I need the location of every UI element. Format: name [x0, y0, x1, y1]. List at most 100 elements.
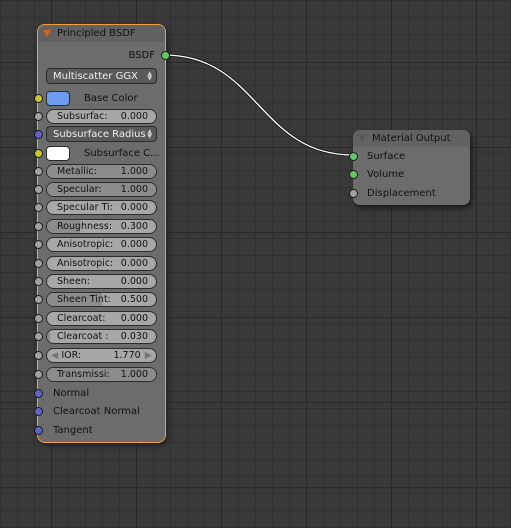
slider-value: 0.000 — [120, 312, 148, 324]
slider-value: 0.000 — [120, 202, 148, 214]
increment-arrow-icon[interactable]: ▶ — [145, 350, 152, 361]
slider-row: Sheen: 0.000 — [33, 272, 165, 290]
input-socket-subsurface[interactable] — [33, 111, 43, 121]
volume-label: Volume — [367, 168, 405, 180]
slider-row: Anisotropic: 0.000 — [33, 236, 165, 254]
subsurface-radius-value: Subsurface Radius — [53, 128, 146, 140]
input-socket[interactable] — [33, 258, 43, 268]
input-socket-subsurface-color[interactable] — [33, 148, 43, 158]
input-socket-base-color[interactable] — [33, 93, 43, 103]
slider-value: 1.000 — [120, 183, 148, 195]
displacement-label: Displacement — [367, 187, 436, 199]
value-slider[interactable]: Anisotropic: 0.000 — [46, 255, 157, 271]
slider-label: Anisotropic: — [57, 239, 114, 251]
slider-value: 0.030 — [120, 331, 148, 343]
slider-label: Specular: — [57, 183, 102, 195]
slider-value: 0.000 — [120, 257, 148, 269]
value-slider[interactable]: Specular Ti: 0.000 — [46, 200, 157, 216]
output-socket-bsdf[interactable] — [160, 50, 170, 60]
value-slider[interactable]: Sheen Tint: 0.500 — [46, 292, 157, 308]
displacement-row: Displacement — [348, 184, 470, 202]
slider-row: Specular: 1.000 — [33, 180, 165, 198]
input-socket[interactable] — [33, 240, 43, 250]
slider-value: 0.000 — [120, 239, 148, 251]
slider-label: Metallic: — [57, 165, 97, 177]
node-header[interactable]: Principled BSDF — [38, 25, 165, 42]
link-bsdf-to-surface[interactable] — [163, 54, 354, 156]
transmission-slider[interactable]: Transmissi: 1.000 — [46, 366, 157, 382]
input-socket[interactable] — [33, 184, 43, 194]
tangent-row: Tangent — [33, 421, 165, 439]
surface-row: Surface — [348, 147, 470, 165]
collapse-triangle-icon[interactable] — [43, 30, 51, 37]
slider-value: 1.000 — [120, 165, 148, 177]
tangent-label: Tangent — [53, 424, 93, 436]
value-slider[interactable]: Specular: 1.000 — [46, 181, 157, 197]
input-socket-volume[interactable] — [348, 169, 358, 179]
input-socket-tangent[interactable] — [33, 425, 43, 435]
ior-value: 1.770 — [113, 349, 141, 361]
input-socket-normal[interactable] — [33, 388, 43, 398]
material-output-node[interactable]: Material Output Surface Volume Displacem… — [348, 130, 470, 205]
input-socket-surface[interactable] — [348, 151, 358, 161]
slider-label: Specular Ti: — [57, 202, 113, 214]
ior-number-field[interactable]: ◀ IOR: 1.770 ▶ — [46, 347, 157, 363]
subsurface-radius-row: Subsurface Radius ▲ ▼ — [33, 125, 165, 143]
node-header[interactable]: Material Output — [353, 130, 470, 147]
slider-row: Clearcoat : 0.030 — [33, 328, 165, 346]
decrement-arrow-icon[interactable]: ◀ — [51, 350, 58, 361]
subsurface-slider[interactable]: Subsurfac: 0.000 — [46, 108, 157, 124]
input-socket-displacement[interactable] — [348, 188, 358, 198]
slider-label: Clearcoat : — [57, 331, 109, 343]
slider-value: 0.000 — [120, 110, 148, 122]
slider-label: Anisotropic: — [57, 257, 114, 269]
value-slider[interactable]: Sheen: 0.000 — [46, 273, 157, 289]
subsurface-color-swatch[interactable] — [46, 145, 70, 161]
input-socket-subsurface-radius[interactable] — [33, 129, 43, 139]
input-socket[interactable] — [33, 166, 43, 176]
node-title: Material Output — [372, 133, 451, 144]
value-slider[interactable]: Roughness: 0.300 — [46, 218, 157, 234]
input-socket[interactable] — [33, 332, 43, 342]
slider-value: 0.300 — [120, 220, 148, 232]
base-color-swatch[interactable] — [46, 90, 70, 106]
slider-row: Sheen Tint: 0.500 — [33, 291, 165, 309]
slider-row: Anisotropic: 0.000 — [33, 254, 165, 272]
input-socket[interactable] — [33, 295, 43, 305]
value-slider[interactable]: Anisotropic: 0.000 — [46, 237, 157, 253]
clearcoat-normal-row: Clearcoat Normal — [33, 402, 165, 420]
volume-row: Volume — [348, 165, 470, 183]
transmission-row: Transmissi: 1.000 — [33, 365, 165, 383]
slider-label: Subsurfac: — [57, 110, 108, 122]
slider-fill — [47, 330, 51, 344]
input-socket[interactable] — [33, 313, 43, 323]
input-socket-clearcoat-normal[interactable] — [33, 406, 43, 416]
ior-label: IOR: — [61, 349, 82, 361]
input-socket[interactable] — [33, 203, 43, 213]
input-socket-transmission[interactable] — [33, 369, 43, 379]
slider-label: Roughness: — [57, 220, 113, 232]
normal-label: Normal — [53, 387, 90, 399]
slider-row: Roughness: 0.300 — [33, 217, 165, 235]
principled-bsdf-node[interactable]: Principled BSDF BSDF Multiscatter GGX ▲ ▼… — [33, 25, 170, 442]
distribution-dropdown[interactable]: Multiscatter GGX ▲ ▼ — [46, 68, 157, 84]
subsurface-color-label: Subsurface C... — [84, 147, 160, 159]
slider-label: Clearcoat: — [57, 312, 106, 324]
slider-label: Sheen: — [57, 275, 90, 287]
subsurface-color-row: Subsurface C... — [33, 144, 165, 162]
distribution-value: Multiscatter GGX — [53, 70, 138, 82]
output-bsdf-label: BSDF — [128, 49, 155, 61]
slider-value: 0.000 — [120, 275, 148, 287]
updown-arrows-icon: ▲ ▼ — [147, 70, 152, 82]
slider-label: Sheen Tint: — [57, 294, 111, 306]
collapse-triangle-icon[interactable] — [358, 135, 366, 142]
value-slider[interactable]: Metallic: 1.000 — [46, 163, 157, 179]
input-socket[interactable] — [33, 276, 43, 286]
subsurface-radius-dropdown[interactable]: Subsurface Radius ▲ ▼ — [46, 126, 157, 142]
value-slider[interactable]: Clearcoat : 0.030 — [46, 329, 157, 345]
input-socket[interactable] — [33, 221, 43, 231]
value-slider[interactable]: Clearcoat: 0.000 — [46, 310, 157, 326]
surface-label: Surface — [367, 150, 406, 162]
input-socket-ior[interactable] — [33, 350, 43, 360]
updown-arrows-icon: ▲ ▼ — [147, 128, 152, 140]
